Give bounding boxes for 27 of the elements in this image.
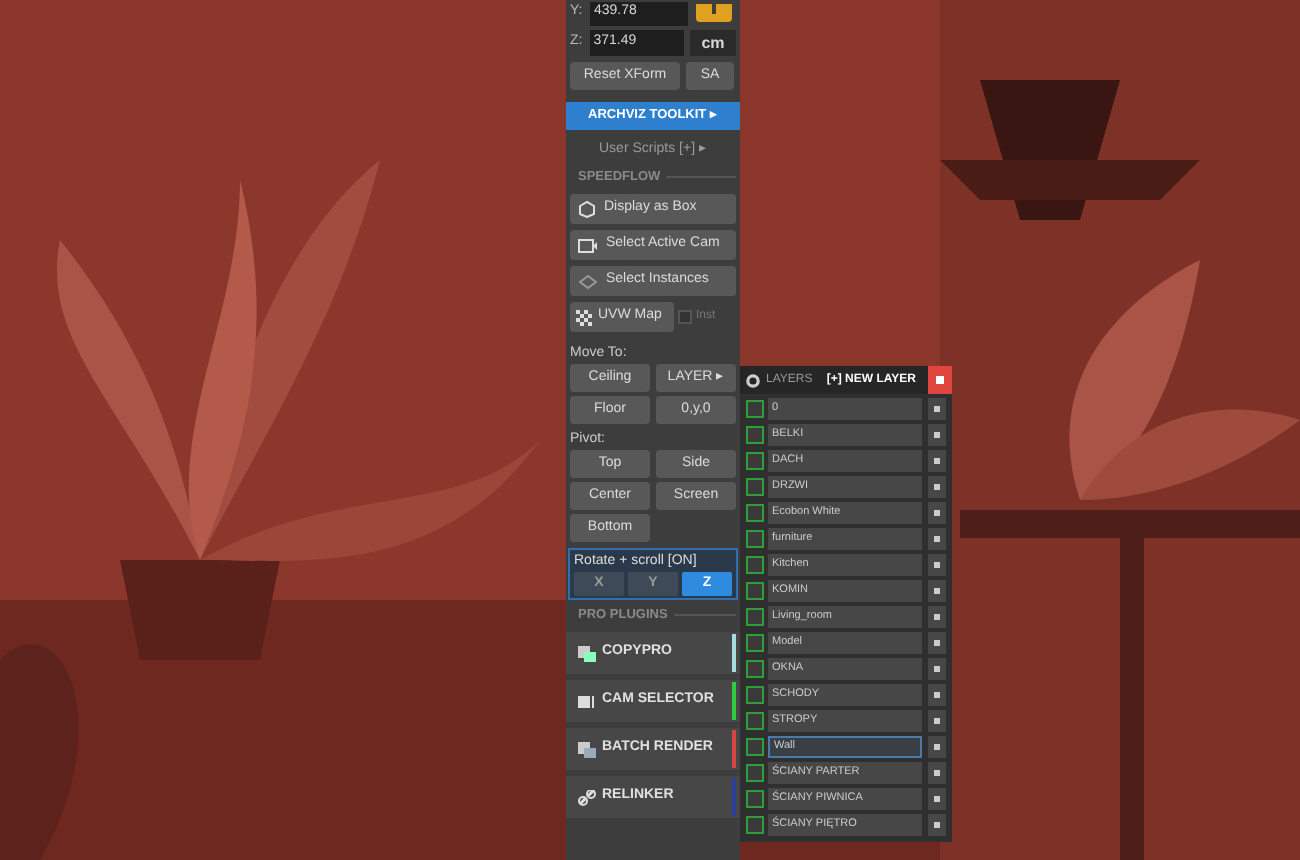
window-icon bbox=[578, 645, 596, 661]
window-icon bbox=[578, 741, 596, 757]
checkbox[interactable] bbox=[746, 634, 764, 652]
checkbox[interactable] bbox=[746, 738, 764, 756]
checkbox[interactable] bbox=[746, 478, 764, 496]
checkbox[interactable] bbox=[746, 686, 764, 704]
checkbox[interactable] bbox=[746, 530, 764, 548]
checkbox[interactable] bbox=[746, 504, 764, 522]
diamond-icon bbox=[578, 273, 598, 289]
settings-icon[interactable] bbox=[746, 373, 760, 387]
checker-icon bbox=[576, 309, 592, 325]
chain-icon bbox=[578, 789, 596, 805]
square-icon bbox=[936, 376, 944, 384]
checkbox[interactable] bbox=[746, 426, 764, 444]
checkbox[interactable] bbox=[746, 764, 764, 782]
close-button[interactable] bbox=[928, 366, 952, 394]
checkbox[interactable] bbox=[678, 310, 692, 324]
checkbox[interactable] bbox=[746, 816, 764, 834]
checkbox[interactable] bbox=[746, 452, 764, 470]
checkbox[interactable] bbox=[746, 400, 764, 418]
checkbox[interactable] bbox=[746, 608, 764, 626]
checkbox[interactable] bbox=[746, 582, 764, 600]
unit-button[interactable]: cm bbox=[689, 30, 737, 56]
checkbox[interactable] bbox=[746, 660, 764, 678]
checkbox[interactable] bbox=[746, 790, 764, 808]
checkbox[interactable] bbox=[746, 556, 764, 574]
checkbox[interactable] bbox=[746, 712, 764, 730]
